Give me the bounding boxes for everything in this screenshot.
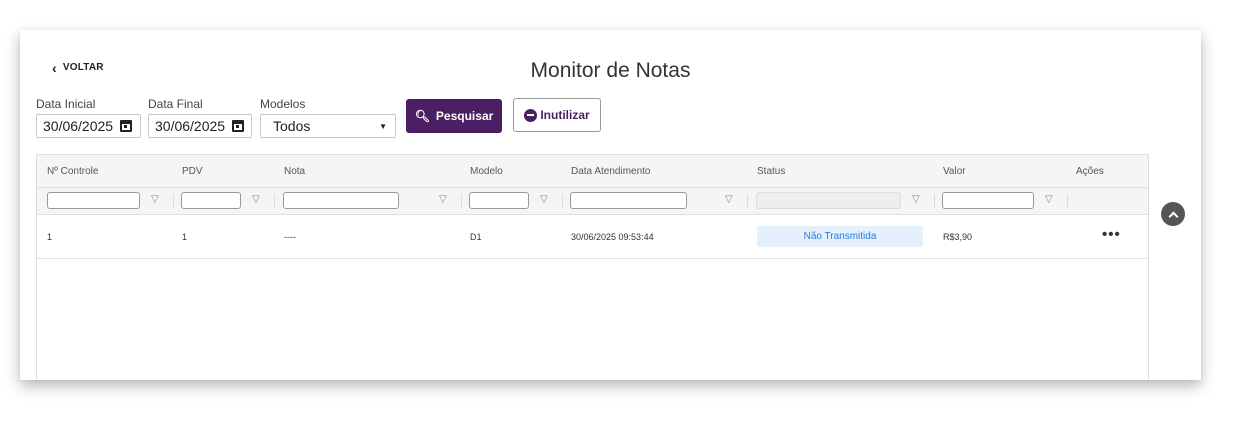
column-header-modelo[interactable]: Modelo: [470, 166, 503, 177]
column-header-controle[interactable]: Nº Controle: [47, 166, 98, 177]
column-header-data[interactable]: Data Atendimento: [571, 166, 651, 177]
filter-input-modelo[interactable]: [469, 192, 529, 209]
cell-valor: R$3,90: [943, 232, 973, 242]
column-separator: [562, 194, 563, 208]
calendar-icon[interactable]: [232, 120, 245, 132]
minus-circle-icon: [524, 108, 538, 122]
cell-modelo: D1: [470, 232, 482, 242]
filter-input-data[interactable]: [570, 192, 687, 209]
grid-header: Nº Controle PDV Nota Modelo Data Atendim…: [37, 155, 1148, 188]
page-title: Monitor de Notas: [530, 59, 691, 82]
calendar-icon[interactable]: [120, 120, 133, 132]
start-date-label: Data Inicial: [36, 97, 96, 111]
model-select[interactable]: Todos ▼: [260, 114, 396, 138]
column-header-nota[interactable]: Nota: [284, 166, 305, 177]
end-date-filter: Data Final 30/06/2025: [148, 97, 252, 138]
funnel-icon[interactable]: ▽: [725, 194, 733, 205]
inutilizar-button-label: Inutilizar: [540, 108, 590, 122]
cell-pdv: 1: [182, 232, 188, 242]
status-badge: Não Transmitida: [757, 226, 923, 247]
filter-input-nota[interactable]: [283, 192, 399, 209]
column-separator: [461, 194, 462, 208]
table-row[interactable]: 1 1 ---- D1 30/06/2025 09:53:44 Não Tran…: [37, 215, 1148, 259]
filter-input-pdv[interactable]: [181, 192, 241, 209]
funnel-icon[interactable]: ▽: [439, 194, 447, 205]
filter-input-status: [756, 192, 901, 209]
start-date-input[interactable]: 30/06/2025: [36, 114, 141, 138]
model-select-value: Todos: [273, 118, 311, 134]
scroll-to-top-button[interactable]: [1161, 202, 1185, 226]
column-separator: [1067, 194, 1068, 208]
search-button[interactable]: 🔍︎ Pesquisar: [406, 99, 502, 133]
column-header-valor[interactable]: Valor: [943, 166, 966, 177]
column-header-pdv[interactable]: PDV: [182, 166, 203, 177]
funnel-icon[interactable]: ▽: [912, 194, 920, 205]
more-actions-button[interactable]: •••: [1102, 226, 1121, 243]
filter-input-valor[interactable]: [942, 192, 1034, 209]
column-separator: [274, 194, 275, 208]
caret-down-icon: ▼: [379, 121, 387, 131]
end-date-input[interactable]: 30/06/2025: [148, 114, 252, 138]
model-filter: Modelos Todos ▼: [260, 97, 396, 138]
column-header-status[interactable]: Status: [757, 166, 785, 177]
chevron-up-icon: [1168, 211, 1178, 221]
search-icon: 🔍︎: [414, 109, 430, 123]
funnel-icon[interactable]: ▽: [540, 194, 548, 205]
start-date-value: 30/06/2025: [43, 118, 114, 134]
cell-controle: 1: [47, 232, 53, 242]
column-separator: [173, 194, 174, 208]
start-date-filter: Data Inicial 30/06/2025: [36, 97, 141, 138]
end-date-label: Data Final: [148, 97, 203, 111]
funnel-icon[interactable]: ▽: [252, 194, 260, 205]
notes-grid: Nº Controle PDV Nota Modelo Data Atendim…: [36, 154, 1149, 380]
column-header-acoes: Ações: [1076, 166, 1104, 177]
model-label: Modelos: [260, 97, 306, 111]
search-button-label: Pesquisar: [435, 109, 494, 123]
funnel-icon[interactable]: ▽: [151, 194, 159, 205]
funnel-icon[interactable]: ▽: [1045, 194, 1053, 205]
cell-data: 30/06/2025 09:53:44: [571, 232, 654, 242]
main-card: ‹ VOLTAR Monitor de Notas Data Inicial 3…: [20, 30, 1201, 380]
end-date-value: 30/06/2025: [155, 118, 226, 134]
column-separator: [747, 194, 748, 208]
inutilizar-button[interactable]: Inutilizar: [513, 98, 601, 132]
column-separator: [934, 194, 935, 208]
cell-nota: ----: [284, 232, 296, 242]
grid-filter-row: ▽ ▽ ▽ ▽ ▽ ▽ ▽: [37, 188, 1148, 215]
filter-input-controle[interactable]: [47, 192, 140, 209]
